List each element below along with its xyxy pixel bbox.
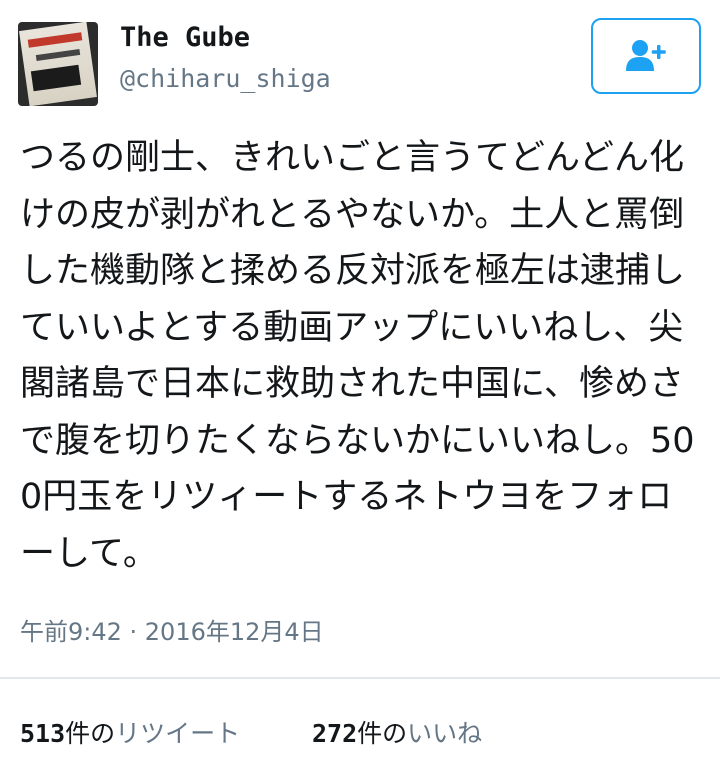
display-name[interactable]: The Gube [120, 22, 250, 53]
tweet-timestamp[interactable]: 午前9:42 · 2016年12月4日 [20, 612, 324, 647]
like-count: 272 [312, 719, 358, 748]
like-count-unit: 件の [357, 719, 408, 748]
avatar[interactable] [18, 22, 98, 106]
tweet-text: つるの剛士、きれいごと言うてどんどん化けの皮が剥がれとるやないか。土人と罵倒した… [20, 138, 695, 574]
divider [0, 677, 720, 679]
retweet-label: リツイート [115, 719, 241, 748]
retweet-count: 513 [20, 719, 66, 748]
retweet-count-link[interactable]: 513件のリツイート [20, 714, 240, 750]
follow-button[interactable] [591, 18, 701, 94]
tweet-card: The Gube @chiharu_shiga つるの剛士、きれいごと言うてどん… [0, 0, 720, 775]
like-label: いいね [407, 719, 483, 748]
user-handle[interactable]: @chiharu_shiga [120, 64, 331, 93]
like-count-link[interactable]: 272件のいいね [312, 714, 482, 750]
add-user-icon [626, 40, 666, 71]
retweet-count-unit: 件の [65, 719, 116, 748]
